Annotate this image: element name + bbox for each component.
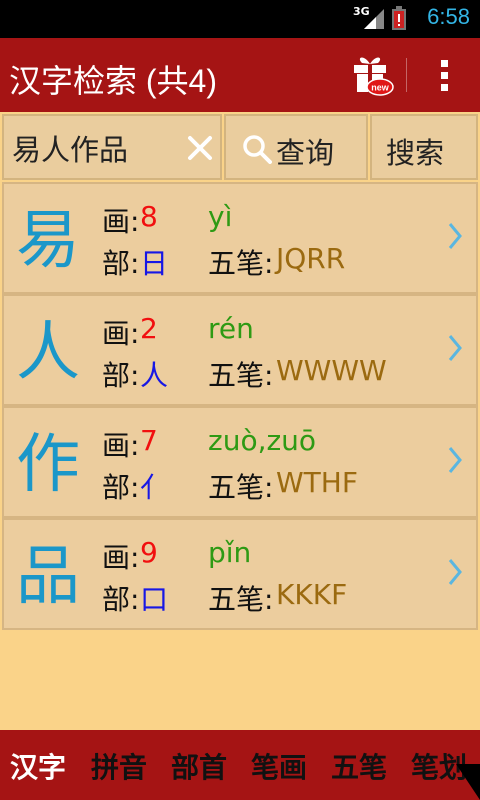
signal-icon [364, 9, 384, 29]
action-bar: 汉字检索 (共4) new [0, 38, 480, 112]
radical-value: 亻 [140, 471, 169, 504]
wubi-value: JQRR [276, 242, 346, 275]
radical-label: 部: [102, 359, 140, 392]
search-icon [243, 135, 272, 164]
query-button[interactable]: 查询 [224, 114, 368, 180]
search-button-label: 搜索 [386, 136, 445, 170]
radical-value: 日 [140, 247, 169, 280]
actionbar-divider [406, 58, 407, 92]
search-field [2, 114, 222, 180]
query-button-label: 查询 [276, 136, 335, 170]
pinyin-value: pǐn [208, 536, 252, 569]
overflow-menu-icon[interactable] [424, 54, 464, 96]
battery-alert-icon [392, 6, 406, 30]
radical-label: 部: [102, 583, 140, 616]
status-bar: 3G 6:58 [0, 0, 480, 38]
result-list: 易 画: 8 部: 日 yì 五笔: JQRR 人 画: 2 部: 人 rén … [2, 182, 478, 630]
radical-value: 人 [140, 359, 169, 392]
app-root: 3G 6:58 汉字检索 (共4) new 易人作品 查询 搜索 易 画: 8 … [0, 0, 480, 800]
bottom-tab-bar: 汉字 拼音 部首 笔画 五笔 笔划 [0, 730, 480, 800]
result-row[interactable]: 品 画: 9 部: 口 pǐn 五笔: KKKF [2, 518, 478, 630]
search-button[interactable]: 搜索 [370, 114, 478, 180]
search-input[interactable] [12, 130, 182, 166]
page-title: 汉字检索 (共4) [9, 63, 218, 99]
chevron-right-icon [448, 559, 462, 585]
radical-value: 口 [140, 583, 169, 616]
strokes-value: 2 [140, 312, 158, 345]
chevron-right-icon [448, 223, 462, 249]
strokes-value: 9 [140, 536, 158, 569]
strokes-label: 画: [102, 541, 140, 574]
tab-strokes[interactable]: 笔画 [251, 746, 307, 786]
tab-wubi[interactable]: 五笔 [331, 746, 387, 786]
result-char: 易 [16, 204, 80, 278]
strokes-label: 画: [102, 317, 140, 350]
gift-badge: new [371, 83, 390, 93]
tab-hanzi[interactable]: 汉字 [10, 746, 66, 786]
pinyin-value: rén [208, 312, 254, 345]
result-char: 品 [16, 540, 80, 614]
strokes-value: 7 [140, 424, 158, 457]
strokes-value: 8 [140, 200, 158, 233]
pinyin-value: yì [208, 200, 233, 233]
strokes-label: 画: [102, 429, 140, 462]
wubi-label: 五笔: [208, 583, 274, 616]
wubi-value: WWWW [276, 354, 387, 387]
radical-label: 部: [102, 247, 140, 280]
result-row[interactable]: 人 画: 2 部: 人 rén 五笔: WWWW [2, 294, 478, 406]
gift-icon[interactable]: new [350, 51, 394, 97]
result-char: 作 [16, 428, 80, 502]
wubi-label: 五笔: [208, 471, 274, 504]
wubi-value: WTHF [276, 466, 358, 499]
tab-radical[interactable]: 部首 [171, 746, 227, 786]
wubi-label: 五笔: [208, 247, 274, 280]
wubi-label: 五笔: [208, 359, 274, 392]
close-icon[interactable] [186, 134, 214, 162]
wubi-value: KKKF [276, 578, 348, 611]
radical-label: 部: [102, 471, 140, 504]
result-row[interactable]: 作 画: 7 部: 亻 zuò,zuō 五笔: WTHF [2, 406, 478, 518]
scroll-indicator-icon [456, 764, 480, 800]
pinyin-value: zuò,zuō [208, 424, 317, 457]
chevron-right-icon [448, 447, 462, 473]
result-char: 人 [16, 316, 80, 390]
status-time: 6:58 [427, 4, 470, 29]
tab-pinyin[interactable]: 拼音 [91, 746, 147, 786]
strokes-label: 画: [102, 205, 140, 238]
search-row: 查询 搜索 [0, 112, 480, 182]
chevron-right-icon [448, 335, 462, 361]
result-row[interactable]: 易 画: 8 部: 日 yì 五笔: JQRR [2, 182, 478, 294]
